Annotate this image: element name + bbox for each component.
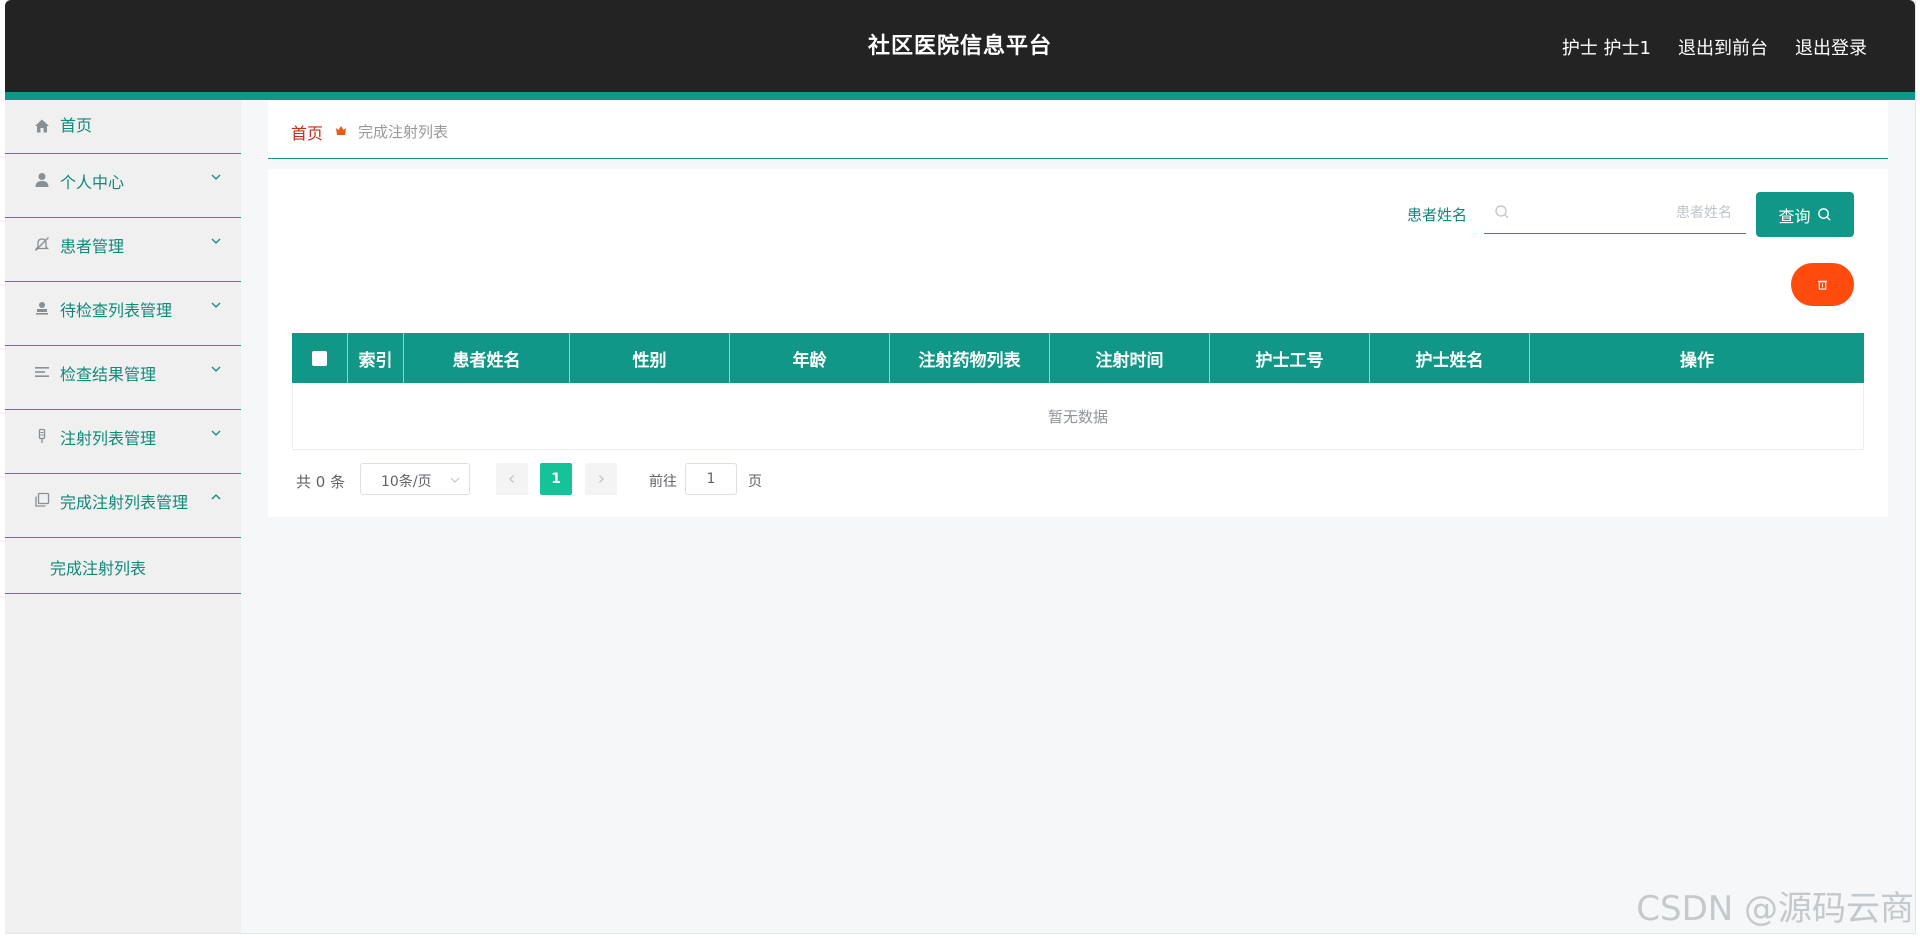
to-frontend-link[interactable]: 退出到前台 [1678, 34, 1768, 60]
chevron-down-icon [211, 238, 221, 244]
column-header[interactable]: 护士姓名 [1370, 333, 1530, 383]
list-icon [33, 363, 51, 381]
column-header[interactable]: 护士工号 [1210, 333, 1370, 383]
sidebar-subitem-label: 完成注射列表 [50, 559, 147, 578]
search-label: 患者姓名 [1407, 206, 1468, 224]
search-icon [1495, 205, 1509, 219]
user-nav: 护士 护士1 退出到前台 退出登录 [1562, 34, 1867, 60]
sidebar-item-pending-exams[interactable]: 待检查列表管理 [5, 282, 241, 346]
column-header[interactable]: 索引 [348, 333, 404, 383]
breadcrumb-home[interactable]: 首页 [291, 120, 323, 144]
page-unit-label: 页 [748, 474, 762, 490]
home-icon [33, 117, 51, 135]
delete-button[interactable] [1791, 263, 1854, 306]
page-jump-input[interactable] [685, 463, 737, 495]
user-icon [33, 171, 51, 189]
sidebar-item-patients[interactable]: 患者管理 [5, 218, 241, 282]
query-button[interactable]: 查询 [1756, 192, 1854, 237]
prev-page-button[interactable] [496, 463, 528, 495]
content-card: 患者姓名 查询 索引 患者姓名 性别 年龄 注射药物列表 注射时间 护士工号 护… [268, 169, 1888, 517]
trash-icon [1817, 280, 1828, 290]
user-stamp-icon [33, 299, 51, 317]
select-all-cell [292, 333, 348, 383]
chevron-down-icon [450, 477, 460, 483]
sidebar-item-injections[interactable]: 注射列表管理 [5, 410, 241, 474]
copy-icon [33, 491, 51, 509]
chevron-down-icon [211, 366, 221, 372]
current-user: 护士 护士1 [1561, 38, 1651, 59]
chevron-left-icon [509, 475, 514, 483]
header-accent-bar [5, 92, 1915, 100]
sidebar-item-home[interactable]: 首页 [5, 100, 241, 154]
sidebar-item-label: 个人中心 [60, 173, 125, 192]
breadcrumb: 首页 完成注射列表 [268, 100, 1888, 159]
sidebar-item-label: 完成注射列表管理 [60, 493, 189, 512]
watermark: CSDN @源码云商 [1636, 889, 1914, 929]
sidebar-item-label: 注射列表管理 [60, 429, 157, 448]
column-header: 操作 [1680, 350, 1714, 371]
syringe-icon [33, 427, 51, 445]
column-header[interactable]: 性别 [570, 333, 730, 383]
sidebar-item-label: 待检查列表管理 [60, 301, 173, 320]
chevron-up-icon [211, 494, 221, 500]
column-header[interactable]: 年龄 [730, 333, 890, 383]
crown-icon [336, 126, 346, 135]
page-size-select[interactable]: 10条/页 [360, 463, 470, 495]
sidebar-item-exam-results[interactable]: 检查结果管理 [5, 346, 241, 410]
logout-link[interactable]: 退出登录 [1795, 34, 1867, 60]
pagination-total: 共 0 条 [296, 473, 346, 491]
next-page-button[interactable] [585, 463, 617, 495]
search-icon [1817, 208, 1831, 221]
chevron-down-icon [211, 302, 221, 308]
sidebar-item-completed-injections[interactable]: 完成注射列表管理 [5, 474, 241, 538]
page-size-value: 10条/页 [381, 474, 432, 490]
table-header: 索引 患者姓名 性别 年龄 注射药物列表 注射时间 护士工号 护士姓名 操作 [292, 333, 1864, 383]
column-header[interactable]: 注射时间 [1050, 333, 1210, 383]
sidebar-item-label: 患者管理 [60, 237, 125, 256]
search-input[interactable] [1520, 199, 1734, 227]
sidebar-subitem-completed-injection-list[interactable]: 完成注射列表 [5, 538, 241, 594]
goto-label: 前往 [649, 474, 677, 490]
sidebar-item-personal-center[interactable]: 个人中心 [5, 154, 241, 218]
pagination: 共 0 条 10条/页 1 前往 页 [296, 463, 1096, 497]
column-header[interactable]: 注射药物列表 [890, 333, 1050, 383]
chevron-down-icon [211, 174, 221, 180]
query-button-label: 查询 [1778, 206, 1811, 226]
chevron-down-icon [211, 430, 221, 436]
bell-off-icon [33, 235, 51, 253]
breadcrumb-current: 完成注射列表 [358, 123, 449, 141]
sidebar-item-label: 检查结果管理 [60, 365, 157, 384]
select-all-checkbox[interactable] [312, 350, 327, 366]
chevron-right-icon [599, 475, 604, 483]
empty-text: 暂无数据 [1047, 407, 1108, 426]
sidebar-item-label: 首页 [60, 116, 93, 135]
page-number-button[interactable]: 1 [540, 463, 572, 495]
search-field [1484, 191, 1746, 234]
sidebar: 首页 个人中心 患者管理 待检查列表管理 检查结果管理 注射列表管理 完成注射列… [5, 100, 241, 933]
data-table: 索引 患者姓名 性别 年龄 注射药物列表 注射时间 护士工号 护士姓名 操作 暂… [292, 333, 1864, 450]
table-empty-row: 暂无数据 [292, 383, 1864, 450]
column-header[interactable]: 患者姓名 [404, 333, 570, 383]
